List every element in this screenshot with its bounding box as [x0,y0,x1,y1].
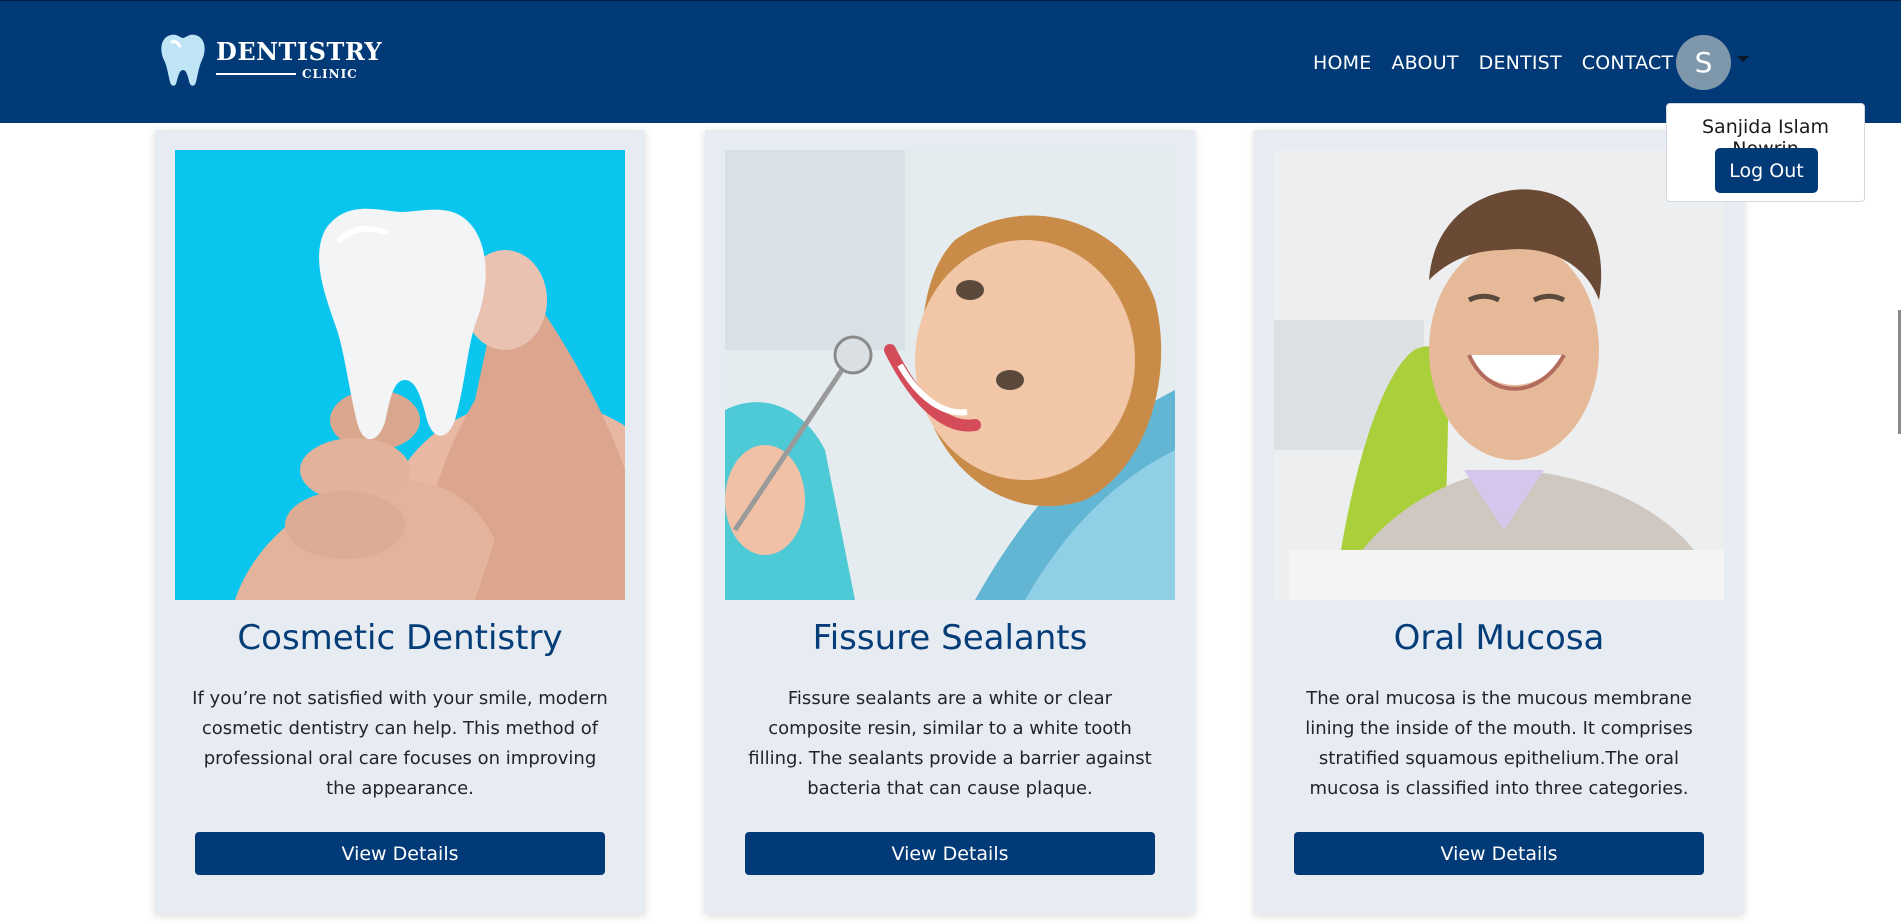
service-title: Oral Mucosa [1393,618,1605,658]
tooth-logo-icon [161,34,205,86]
smiling-man-photo [1274,150,1724,600]
nav-about-link[interactable]: ABOUT [1391,50,1458,76]
brand-text: DENTISTRY CLINIC [216,39,382,81]
service-image-child-dental-exam [725,150,1175,600]
user-dropdown-menu: Sanjida Islam Nowrin Log Out [1666,103,1865,202]
top-navbar: DENTISTRY CLINIC HOME ABOUT DENTIST CONT… [0,0,1901,123]
nav-dentist-link[interactable]: DENTIST [1479,50,1562,76]
service-title: Cosmetic Dentistry [237,618,563,658]
service-description: The oral mucosa is the mucous membrane l… [1305,688,1693,799]
service-card-fissure-sealants: Fissure Sealants Fissure sealants are a … [705,130,1195,914]
service-description: If you’re not satisfied with your smile,… [192,688,608,799]
child-dental-photo [725,150,1175,600]
main-nav: HOME ABOUT DENTIST CONTACT [1313,50,1693,76]
view-details-button[interactable]: View Details [1294,832,1704,875]
service-image-smiling-man [1274,150,1724,600]
tooth-model-photo [175,150,625,600]
view-details-button[interactable]: View Details [195,832,605,875]
user-avatar[interactable]: S [1676,35,1731,90]
nav-contact-link[interactable]: CONTACT [1582,50,1674,76]
brand-divider [216,73,296,75]
service-card-oral-mucosa: Oral Mucosa The oral mucosa is the mucou… [1254,130,1744,914]
brand-subtitle-row: CLINIC [216,67,382,81]
logout-button[interactable]: Log Out [1715,148,1818,193]
nav-home-link[interactable]: HOME [1313,50,1371,76]
brand-subtitle: CLINIC [302,67,358,81]
brand-logo[interactable]: DENTISTRY CLINIC [158,31,382,89]
brand-title: DENTISTRY [216,37,383,66]
service-title: Fissure Sealants [812,618,1088,658]
view-details-button[interactable]: View Details [745,832,1155,875]
service-image-tooth-model [175,150,625,600]
dropdown-caret-icon[interactable] [1737,56,1749,62]
service-description: Fissure sealants are a white or clear co… [748,688,1152,799]
service-card-cosmetic-dentistry: Cosmetic Dentistry If you’re not satisfi… [155,130,645,914]
